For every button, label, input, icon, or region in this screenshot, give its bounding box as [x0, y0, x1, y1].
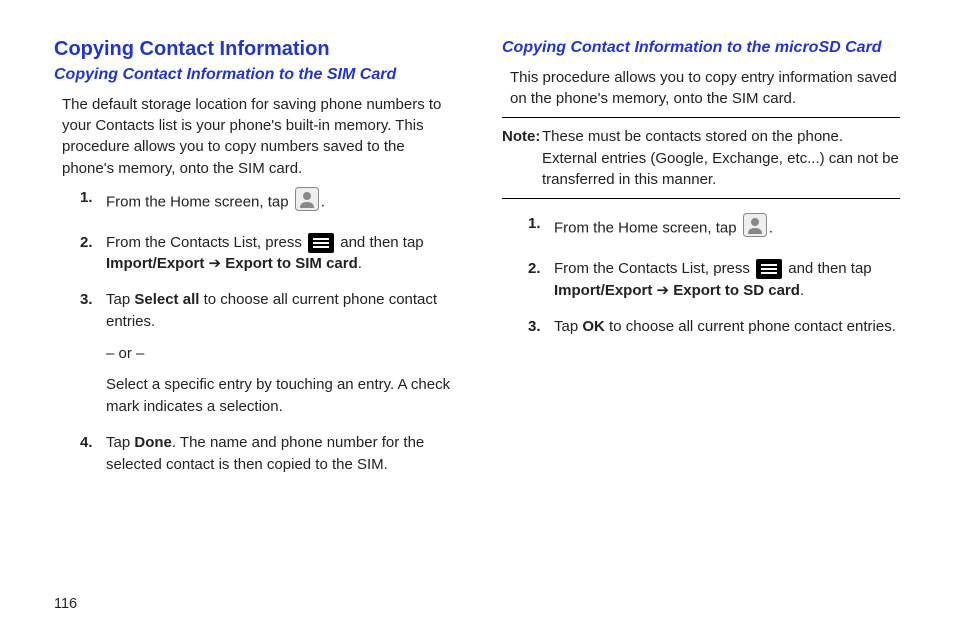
menu-icon [308, 233, 334, 253]
main-heading: Copying Contact Information [54, 38, 452, 61]
ok-label: OK [582, 318, 605, 335]
step-2: From the Contacts List, press and then t… [502, 258, 900, 302]
step-text: From the Home screen, tap [554, 220, 741, 237]
export-sd-label: Export to SD card [673, 282, 800, 299]
done-label: Done [134, 434, 172, 451]
step-3: Tap Select all to choose all current pho… [54, 289, 452, 418]
two-column-layout: Copying Contact Information Copying Cont… [54, 38, 900, 489]
step-text: From the Contacts List, press [106, 234, 306, 251]
note-box: Note: These must be contacts stored on t… [502, 117, 900, 199]
step-text: . [321, 193, 325, 210]
or-divider: – or – [106, 343, 452, 365]
left-column: Copying Contact Information Copying Cont… [54, 38, 452, 489]
import-export-label: Import/Export [106, 255, 204, 272]
step-1: From the Home screen, tap . [502, 213, 900, 244]
step-text: Tap [554, 318, 582, 335]
step-text: Tap [106, 291, 134, 308]
step-text: . [358, 255, 362, 272]
select-all-label: Select all [134, 291, 199, 308]
note-body: These must be contacts stored on the pho… [502, 126, 900, 190]
steps-list-sd: From the Home screen, tap . From the Con… [502, 213, 900, 337]
sub-heading-sim: Copying Contact Information to the SIM C… [54, 65, 452, 86]
export-sim-label: Export to SIM card [225, 255, 358, 272]
step-text: and then tap [784, 260, 872, 277]
contacts-icon [295, 187, 319, 218]
step-4: Tap Done. The name and phone number for … [54, 432, 452, 476]
note-label: Note: [502, 126, 540, 147]
step-3: Tap OK to choose all current phone conta… [502, 316, 900, 338]
step-text: Tap [106, 434, 134, 451]
alt-text: Select a specific entry by touching an e… [106, 374, 452, 418]
step-2: From the Contacts List, press and then t… [54, 232, 452, 276]
intro-paragraph: This procedure allows you to copy entry … [502, 67, 900, 110]
step-text: and then tap [336, 234, 424, 251]
menu-icon [756, 259, 782, 279]
arrow-icon: ➔ [652, 282, 673, 299]
right-column: Copying Contact Information to the micro… [502, 38, 900, 489]
step-text: From the Home screen, tap [106, 193, 293, 210]
import-export-label: Import/Export [554, 282, 652, 299]
contacts-icon [743, 213, 767, 244]
step-text: . [800, 282, 804, 299]
step-text: to choose all current phone contact entr… [605, 318, 896, 335]
steps-list-sim: From the Home screen, tap . From the Con… [54, 187, 452, 476]
step-1: From the Home screen, tap . [54, 187, 452, 218]
sub-heading-sd: Copying Contact Information to the micro… [502, 38, 900, 59]
page-number: 116 [54, 596, 77, 612]
step-text: . [769, 220, 773, 237]
step-text: From the Contacts List, press [554, 260, 754, 277]
intro-paragraph: The default storage location for saving … [54, 94, 452, 179]
arrow-icon: ➔ [204, 255, 225, 272]
